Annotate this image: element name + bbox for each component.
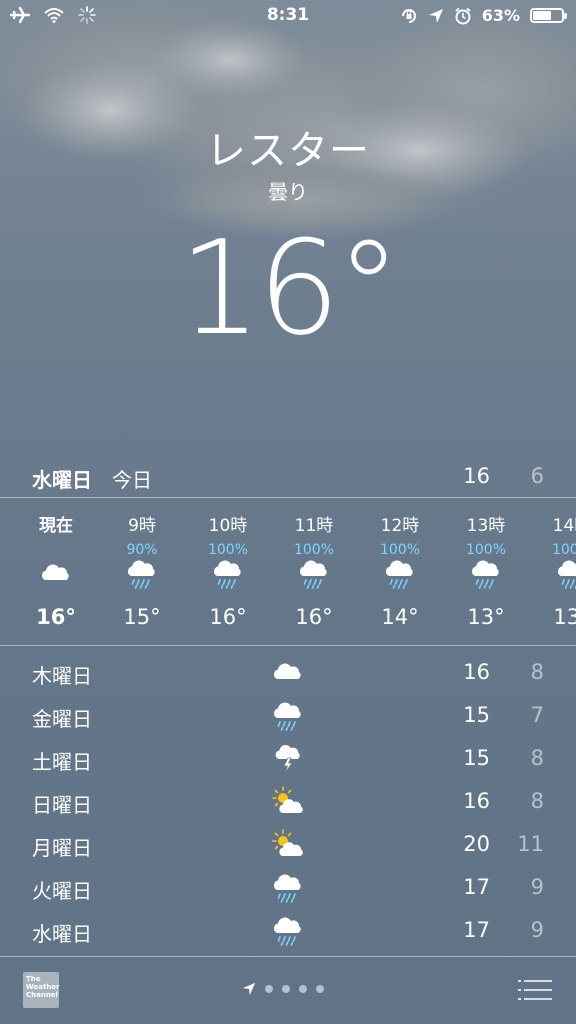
page-indicator[interactable] bbox=[242, 982, 324, 996]
location-arrow-icon bbox=[242, 982, 256, 996]
day-low: 8 bbox=[530, 746, 544, 770]
hour-time: 12時 bbox=[380, 516, 420, 536]
day-name: 日曜日 bbox=[32, 793, 92, 817]
rain-icon bbox=[273, 702, 301, 731]
today-day: 水曜日 bbox=[32, 468, 92, 492]
day-low: 8 bbox=[530, 789, 544, 813]
day-low: 9 bbox=[530, 918, 544, 942]
alarm-icon bbox=[455, 7, 471, 24]
divider bbox=[0, 645, 576, 646]
cloud-icon bbox=[273, 663, 301, 679]
rain-icon bbox=[213, 560, 241, 589]
day-low: 11 bbox=[517, 832, 544, 856]
battery-percent: 63% bbox=[481, 6, 520, 25]
rain-icon bbox=[127, 560, 155, 589]
daily-row: 月曜日 20 11 bbox=[0, 824, 576, 867]
partly-sunny-icon bbox=[272, 829, 303, 856]
page-dot bbox=[265, 985, 273, 993]
hour-temp: 16° bbox=[209, 605, 247, 629]
hour-temp: 16° bbox=[36, 605, 76, 629]
city-name: レスター bbox=[206, 128, 370, 174]
hour-precip: 100% bbox=[293, 542, 335, 558]
hour-precip: 100% bbox=[207, 542, 249, 558]
current-temperature: 16° bbox=[178, 212, 401, 364]
page-dot bbox=[316, 985, 324, 993]
hour-time: 10時 bbox=[208, 516, 248, 536]
hour-temp: 13° bbox=[553, 605, 576, 629]
hour-temp: 15° bbox=[123, 605, 161, 629]
today-label: 今日 bbox=[112, 468, 152, 492]
hour-time: 11時 bbox=[294, 516, 334, 536]
day-low: 9 bbox=[530, 875, 544, 899]
divider bbox=[0, 956, 576, 957]
day-high: 17 bbox=[463, 918, 490, 942]
today-low: 6 bbox=[530, 464, 544, 488]
hour-time: 13時 bbox=[466, 516, 506, 536]
daily-row: 火曜日 17 9 bbox=[0, 867, 576, 910]
hour-temp: 13° bbox=[467, 605, 505, 629]
hour-time: 14時 bbox=[552, 516, 576, 536]
day-name: 金曜日 bbox=[32, 707, 92, 731]
hour-precip: 90% bbox=[126, 542, 158, 558]
page-dot bbox=[282, 985, 290, 993]
day-low: 8 bbox=[530, 660, 544, 684]
day-high: 15 bbox=[463, 746, 490, 770]
status-right: 63% bbox=[400, 6, 567, 25]
day-high: 15 bbox=[463, 703, 490, 727]
hour-precip: 100% bbox=[379, 542, 421, 558]
status-bar: 8:31 63% bbox=[0, 0, 576, 34]
day-high: 20 bbox=[463, 832, 490, 856]
day-high: 17 bbox=[463, 875, 490, 899]
daily-row: 水曜日 17 9 bbox=[0, 910, 576, 953]
day-name: 木曜日 bbox=[32, 664, 92, 688]
daily-row: 土曜日 15 8 bbox=[0, 738, 576, 781]
day-name: 月曜日 bbox=[32, 836, 92, 860]
hour-temp: 16° bbox=[295, 605, 333, 629]
cloud-icon bbox=[41, 564, 69, 580]
partly-sunny-icon bbox=[272, 786, 303, 813]
list-icon[interactable] bbox=[518, 978, 552, 1002]
day-high: 16 bbox=[463, 789, 490, 813]
page-dot bbox=[299, 985, 307, 993]
hour-temp: 14° bbox=[381, 605, 419, 629]
day-name: 火曜日 bbox=[32, 879, 92, 903]
weather-channel-logo[interactable]: The Weather Channel bbox=[23, 972, 59, 1008]
rain-icon bbox=[273, 917, 301, 946]
hourly-forecast[interactable]: 現在 16° 9時 90% 15° 10時 100% 16° 11時 100% … bbox=[0, 497, 576, 645]
hour-time: 9時 bbox=[128, 516, 156, 536]
day-low: 7 bbox=[530, 703, 544, 727]
rain-icon bbox=[299, 560, 327, 589]
today-high: 16 bbox=[463, 464, 490, 488]
daily-row: 金曜日 15 7 bbox=[0, 695, 576, 738]
rotation-lock-icon bbox=[401, 8, 416, 23]
rain-icon bbox=[273, 874, 301, 903]
battery-icon bbox=[530, 8, 567, 23]
day-name: 水曜日 bbox=[32, 922, 92, 946]
location-arrow-icon bbox=[428, 8, 443, 23]
day-high: 16 bbox=[463, 660, 490, 684]
hour-time: 現在 bbox=[39, 516, 73, 536]
bottom-bar: The Weather Channel bbox=[0, 958, 576, 1024]
rain-icon bbox=[385, 560, 413, 589]
battery-fill bbox=[533, 11, 551, 20]
rain-icon bbox=[471, 560, 499, 589]
today-row: 水曜日 今日 16 6 bbox=[0, 458, 576, 496]
day-name: 土曜日 bbox=[32, 750, 92, 774]
hour-precip: 100% bbox=[465, 542, 507, 558]
rain-icon bbox=[557, 560, 576, 589]
hour-precip: 100% bbox=[551, 542, 576, 558]
thunderstorm-icon bbox=[275, 745, 300, 774]
current-condition: 曇り bbox=[268, 180, 308, 204]
daily-row: 日曜日 16 8 bbox=[0, 781, 576, 824]
daily-row: 木曜日 16 8 bbox=[0, 652, 576, 695]
